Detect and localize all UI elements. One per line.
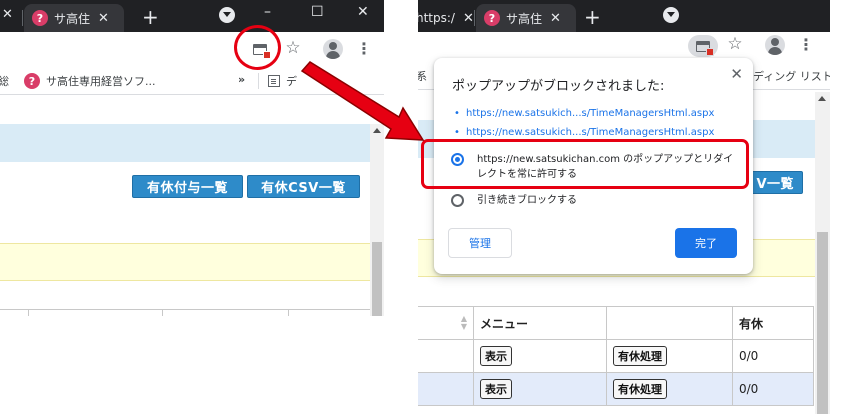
arrow-pointer-icon (300, 61, 425, 141)
